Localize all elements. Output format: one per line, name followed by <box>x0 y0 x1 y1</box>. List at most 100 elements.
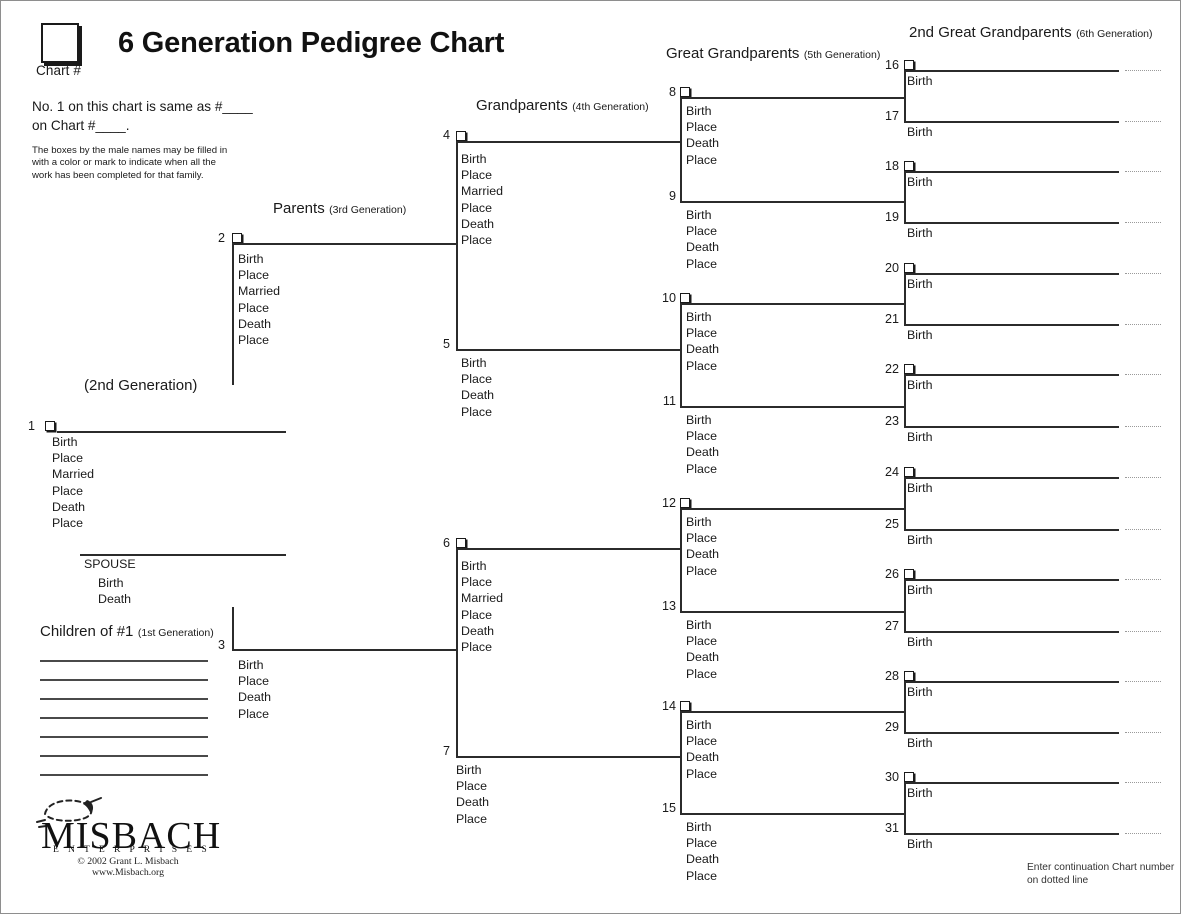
person-25-fields: Birth <box>907 532 932 548</box>
child-line-7[interactable] <box>40 774 208 776</box>
person-30-continuation-dotted-line[interactable] <box>1125 782 1161 783</box>
child-line-3[interactable] <box>40 698 208 700</box>
person-30-name-line[interactable] <box>904 782 1119 784</box>
person-20-name-line[interactable] <box>904 273 1119 275</box>
person-29-continuation-dotted-line[interactable] <box>1125 732 1161 733</box>
person-18-continuation-dotted-line[interactable] <box>1125 171 1161 172</box>
heading-gen1-title: Children of #1 <box>40 623 134 640</box>
person-20-completion-box[interactable] <box>904 263 914 273</box>
field-label: Death <box>461 388 495 403</box>
person-19-continuation-dotted-line[interactable] <box>1125 222 1161 223</box>
person-10-descent-line <box>680 303 682 406</box>
person-23-continuation-dotted-line[interactable] <box>1125 426 1161 427</box>
person-1-name-line[interactable] <box>57 431 286 433</box>
person-31-name-line[interactable] <box>904 833 1119 835</box>
field-label: Birth <box>98 576 124 590</box>
person-27-name-line[interactable] <box>904 631 1119 633</box>
person-9-number: 9 <box>668 189 676 203</box>
person-19-number: 19 <box>884 210 899 224</box>
child-line-6[interactable] <box>40 755 208 757</box>
heading-gen5-title: Great Grandparents <box>666 45 800 62</box>
field-label: Birth <box>907 635 933 649</box>
field-label: Birth <box>907 125 933 139</box>
person-17-continuation-dotted-line[interactable] <box>1125 121 1161 122</box>
field-label: Birth <box>461 559 487 573</box>
field-label: Birth <box>907 277 933 291</box>
person-26-name-line[interactable] <box>904 579 1119 581</box>
child-line-1[interactable] <box>40 660 208 662</box>
child-line-2[interactable] <box>40 679 208 681</box>
child-line-4[interactable] <box>40 717 208 719</box>
person-24-continuation-dotted-line[interactable] <box>1125 477 1161 478</box>
person-18-name-line[interactable] <box>904 171 1119 173</box>
person-28-continuation-dotted-line[interactable] <box>1125 681 1161 682</box>
person-27-continuation-dotted-line[interactable] <box>1125 631 1161 632</box>
person-8-completion-box[interactable] <box>680 87 690 97</box>
person-16-name-line[interactable] <box>904 70 1119 72</box>
person-22-name-line[interactable] <box>904 374 1119 376</box>
child-line-5[interactable] <box>40 736 208 738</box>
heading-gen6-title: 2nd Great Grandparents <box>909 24 1072 41</box>
person-21-continuation-dotted-line[interactable] <box>1125 324 1161 325</box>
field-label: Place <box>686 224 717 239</box>
person-19-fields: Birth <box>907 225 932 241</box>
field-label: Birth <box>456 763 482 777</box>
person-21-name-line[interactable] <box>904 324 1119 326</box>
person-29-name-line[interactable] <box>904 732 1119 734</box>
person-2-completion-box[interactable] <box>232 233 242 243</box>
person-25-name-line[interactable] <box>904 529 1119 531</box>
person-25-continuation-dotted-line[interactable] <box>1125 529 1161 530</box>
field-label: Place <box>686 868 717 883</box>
field-label: Death <box>52 499 86 514</box>
person-16-descent-line <box>904 70 906 121</box>
field-label: Place <box>686 326 717 341</box>
field-label: Place <box>461 200 492 215</box>
connector-gen5-8-to-gen6 <box>680 97 904 99</box>
person-10-completion-box[interactable] <box>680 293 690 303</box>
connector-gen5-9-to-gen6 <box>680 201 904 203</box>
field-label: Birth <box>686 515 712 529</box>
person-24-fields: Birth <box>907 480 932 496</box>
person-22-completion-box[interactable] <box>904 364 914 374</box>
person-24-name-line[interactable] <box>904 477 1119 479</box>
person-1-completion-box[interactable] <box>45 421 55 431</box>
field-label: Place <box>238 706 269 721</box>
person-3-number: 3 <box>217 638 225 652</box>
person-18-completion-box[interactable] <box>904 161 914 171</box>
heading-gen4-sub: (4th Generation) <box>572 101 649 113</box>
person-26-number: 26 <box>884 567 899 581</box>
field-label: Birth <box>907 378 933 392</box>
person-28-name-line[interactable] <box>904 681 1119 683</box>
field-label: Place <box>686 531 717 546</box>
person-24-completion-box[interactable] <box>904 467 914 477</box>
person-26-continuation-dotted-line[interactable] <box>1125 579 1161 580</box>
person-22-continuation-dotted-line[interactable] <box>1125 374 1161 375</box>
connector-5-to-1011 <box>456 349 680 351</box>
person-16-number: 16 <box>884 58 899 72</box>
person-29-number: 29 <box>884 720 899 734</box>
misbach-logo: MISBACH E N T E R P R I S E S © 2002 Gra… <box>33 796 233 881</box>
person-16-completion-box[interactable] <box>904 60 914 70</box>
person-26-completion-box[interactable] <box>904 569 914 579</box>
person-21-number: 21 <box>884 312 899 326</box>
person-31-continuation-dotted-line[interactable] <box>1125 833 1161 834</box>
field-label: Birth <box>907 74 933 88</box>
field-label: Place <box>52 451 83 466</box>
field-label: Birth <box>907 533 933 547</box>
field-label: Death <box>238 690 272 705</box>
person-19-name-line[interactable] <box>904 222 1119 224</box>
field-label: Married <box>461 184 503 199</box>
person-6-completion-box[interactable] <box>456 538 466 548</box>
person-28-completion-box[interactable] <box>904 671 914 681</box>
person-12-completion-box[interactable] <box>680 498 690 508</box>
person-16-continuation-dotted-line[interactable] <box>1125 70 1161 71</box>
person-20-continuation-dotted-line[interactable] <box>1125 273 1161 274</box>
person-14-completion-box[interactable] <box>680 701 690 711</box>
person-4-completion-box[interactable] <box>456 131 466 141</box>
spouse-name-line[interactable] <box>80 554 286 556</box>
person-30-completion-box[interactable] <box>904 772 914 782</box>
person-23-name-line[interactable] <box>904 426 1119 428</box>
chart-number-box[interactable] <box>41 23 79 63</box>
person-17-name-line[interactable] <box>904 121 1119 123</box>
spouse-label: SPOUSE <box>84 557 136 571</box>
